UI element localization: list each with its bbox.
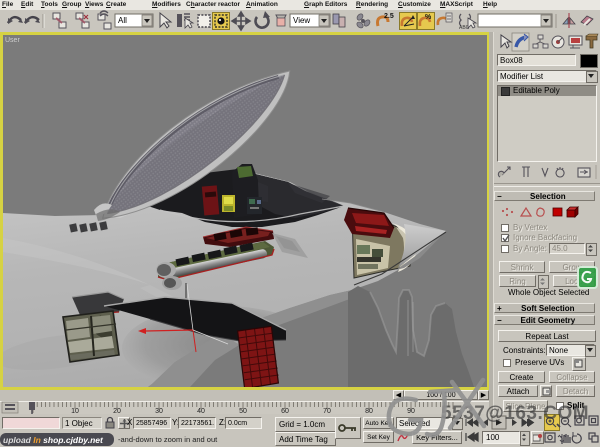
- svg-text:All: All: [118, 16, 127, 25]
- svg-text:%: %: [425, 14, 432, 21]
- svg-text:10: 10: [71, 408, 79, 414]
- svg-text:View: View: [293, 16, 310, 25]
- svg-text:50: 50: [239, 408, 247, 414]
- svg-text:20: 20: [113, 408, 121, 414]
- svg-text:2.5: 2.5: [384, 13, 394, 20]
- svg-text:70: 70: [323, 408, 331, 414]
- svg-text:60: 60: [281, 408, 289, 414]
- svg-text:30: 30: [155, 408, 163, 414]
- svg-text:80: 80: [365, 408, 373, 414]
- svg-text:40: 40: [197, 408, 205, 414]
